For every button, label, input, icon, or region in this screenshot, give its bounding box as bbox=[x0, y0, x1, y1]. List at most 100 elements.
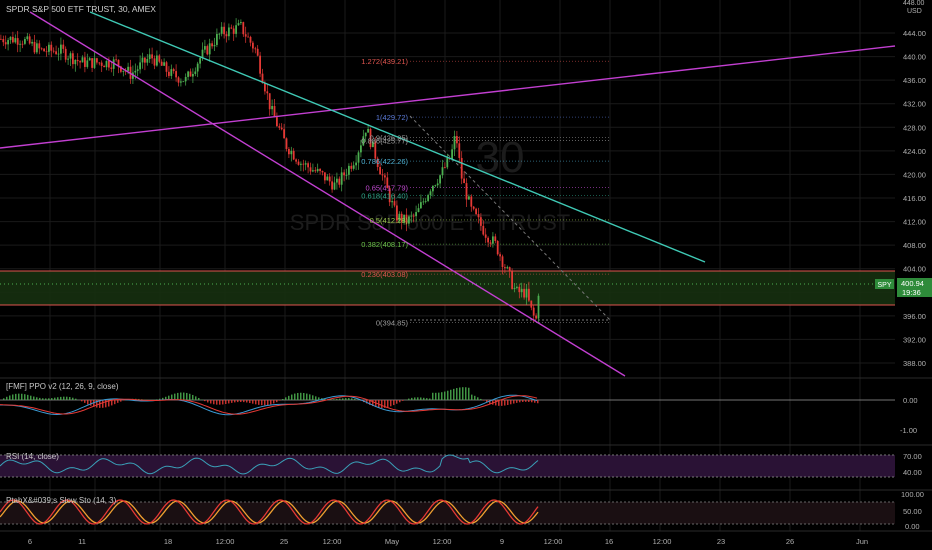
time-tick: 11 bbox=[78, 537, 86, 546]
ppo-bar bbox=[114, 400, 116, 405]
candle-body bbox=[271, 106, 273, 110]
ppo-bar bbox=[519, 400, 521, 403]
ppo-bar bbox=[210, 400, 212, 404]
ppo-bar bbox=[192, 394, 194, 400]
watermark-name: SPDR S&P 500 ETF TRUST bbox=[290, 210, 570, 235]
ppo-bar bbox=[423, 397, 425, 400]
chart-canvas[interactable]: 30 SPDR S&P 500 ETF TRUST 1.272(439.21)1… bbox=[0, 0, 932, 550]
ppo-bar bbox=[477, 397, 479, 400]
candle-body bbox=[379, 166, 381, 175]
candle-body bbox=[115, 59, 117, 61]
candle-body bbox=[175, 71, 177, 78]
ppo-bar bbox=[219, 400, 221, 405]
magenta-channel-lower[interactable] bbox=[29, 11, 626, 377]
candle-body bbox=[220, 26, 223, 34]
fib-label: 0.236(403.08) bbox=[361, 270, 408, 279]
ppo-bar bbox=[504, 400, 506, 406]
candle-body bbox=[93, 58, 96, 68]
candle-body bbox=[410, 215, 413, 217]
time-tick: 25 bbox=[280, 537, 288, 546]
candle-body bbox=[57, 53, 60, 55]
candle-body bbox=[446, 157, 449, 168]
ppo-bar bbox=[339, 398, 341, 400]
ppo-bar bbox=[501, 400, 503, 406]
candle-body bbox=[508, 267, 511, 272]
ppo-bar bbox=[351, 398, 353, 400]
ppo-bar bbox=[510, 400, 512, 405]
ppo-bar bbox=[9, 395, 11, 400]
ppo-bar bbox=[90, 400, 92, 406]
candle-body bbox=[266, 91, 269, 94]
price-axis[interactable]: 448.00 USD 444.00 440.00 436.00 432.00 428.0… bbox=[903, 0, 926, 368]
candle-body bbox=[460, 157, 463, 179]
ppo-bar bbox=[84, 400, 86, 403]
candle-body bbox=[2, 39, 5, 43]
rsi-pane[interactable]: RSI (14, close) 70.00 40.00 bbox=[0, 452, 922, 478]
candle-body bbox=[417, 208, 420, 213]
candle-body bbox=[146, 59, 149, 63]
candle-body bbox=[384, 175, 386, 178]
ppo-bar bbox=[225, 400, 227, 404]
ppo-bar bbox=[279, 400, 281, 401]
ppo-bar bbox=[180, 392, 182, 400]
stoch-pane[interactable]: PtahX&#039;s Slow Sto (14, 3) 100.00 50.… bbox=[0, 490, 924, 531]
candle-body bbox=[468, 196, 470, 200]
ppo-bar bbox=[435, 392, 437, 400]
fib-label: 0.382(408.17) bbox=[361, 240, 408, 249]
candle-body bbox=[177, 77, 180, 83]
candle-body bbox=[429, 191, 432, 196]
candle-body bbox=[60, 44, 62, 54]
grid bbox=[0, 0, 895, 531]
ppo-bar bbox=[39, 397, 41, 400]
candle-body bbox=[86, 60, 89, 67]
ppo-bar bbox=[312, 395, 314, 400]
candle-body bbox=[136, 69, 139, 71]
candle-body bbox=[158, 55, 161, 62]
candle-body bbox=[201, 49, 204, 58]
ppo-bar bbox=[444, 391, 446, 400]
candle-body bbox=[168, 71, 170, 76]
candle-body bbox=[381, 174, 384, 176]
candle-body bbox=[252, 42, 254, 49]
ppo-bar bbox=[33, 396, 35, 400]
price-tick: 440.00 bbox=[903, 53, 926, 62]
candle-body bbox=[244, 34, 247, 37]
ppo-bar bbox=[255, 400, 257, 405]
candle-body bbox=[153, 58, 156, 66]
ppo-bar bbox=[354, 398, 356, 400]
candle-body bbox=[9, 36, 12, 41]
ppo-bar bbox=[531, 400, 533, 403]
symbol-badge[interactable]: SPY bbox=[877, 282, 891, 289]
ppo-bar bbox=[27, 394, 29, 400]
ppo-bar bbox=[441, 392, 443, 400]
ppo-bar bbox=[411, 397, 413, 400]
candle-body bbox=[441, 167, 444, 176]
candle-body bbox=[465, 183, 468, 200]
ppo-pane[interactable]: [FMF] PPO v2 (12, 26, 9, close) 0.00 -1.… bbox=[0, 382, 918, 435]
candle-body bbox=[172, 69, 175, 72]
ppo-bar bbox=[309, 394, 311, 400]
candle-body bbox=[501, 256, 504, 268]
candle-body bbox=[288, 148, 290, 155]
candle-body bbox=[14, 38, 17, 43]
magenta-trendline-rising[interactable] bbox=[0, 45, 896, 149]
candle-body bbox=[312, 170, 314, 172]
ppo-bar bbox=[333, 399, 335, 400]
candle-body bbox=[352, 165, 355, 169]
symbol-title[interactable]: SPDR S&P 500 ETF TRUST, 30, AMEX bbox=[6, 4, 156, 14]
ppo-bar bbox=[267, 400, 269, 406]
candle-body bbox=[24, 39, 26, 44]
candle-body bbox=[328, 176, 331, 182]
candle-body bbox=[235, 25, 237, 34]
price-tick: 392.00 bbox=[903, 335, 926, 344]
ppo-bar bbox=[216, 400, 218, 405]
time-tick: May bbox=[385, 537, 399, 546]
ppo-bar bbox=[468, 387, 470, 400]
candle-body bbox=[422, 201, 425, 203]
ppo-bar bbox=[465, 387, 467, 400]
ppo-bar bbox=[18, 393, 20, 400]
rsi-band bbox=[0, 455, 895, 477]
time-axis[interactable]: 6 11 18 12:00 25 12:00 May 12:00 9 12:00 16 12:00 23… bbox=[28, 537, 868, 546]
ppo-bar bbox=[30, 395, 32, 400]
candle-body bbox=[280, 127, 283, 130]
